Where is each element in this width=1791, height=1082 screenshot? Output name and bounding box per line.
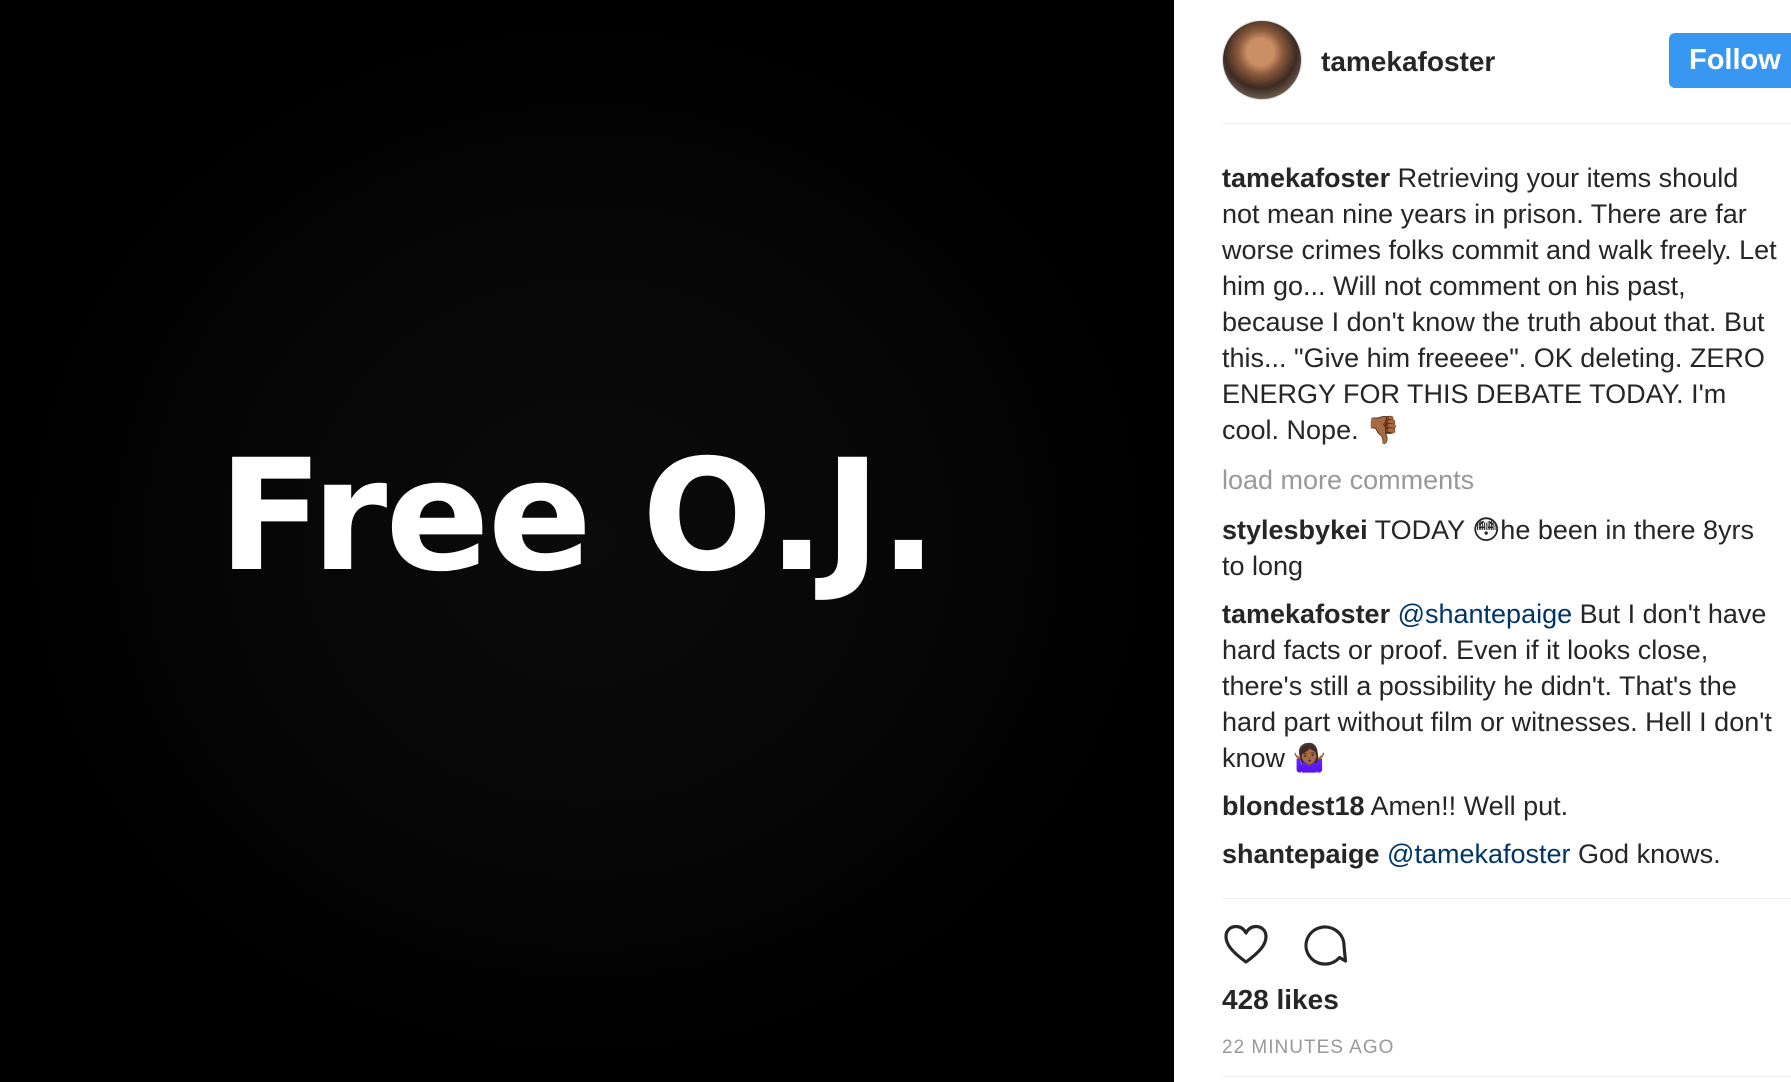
comment-bubble-icon[interactable] — [1302, 921, 1352, 971]
likes-count[interactable]: 428 likes — [1222, 984, 1339, 1016]
follow-button[interactable]: Follow — [1669, 33, 1791, 88]
post-timestamp: 22 MINUTES AGO — [1222, 1037, 1395, 1058]
comment-author[interactable]: shantepaige — [1222, 839, 1380, 869]
post-image: Free O.J. — [0, 0, 1174, 1082]
comment-author[interactable]: blondest18 — [1222, 791, 1365, 821]
caption: tamekafoster Retrieving your items shoul… — [1222, 160, 1782, 448]
comment-item: stylesbykei TODAY 😳he been in there 8yrs… — [1222, 512, 1782, 584]
caption-text: Retrieving your items should not mean ni… — [1222, 163, 1777, 445]
comment-text: God knows. — [1570, 839, 1721, 869]
post-header: tamekafoster Follow — [1222, 20, 1791, 104]
comment-item: shantepaige @tamekafoster God knows. — [1222, 836, 1782, 872]
caption-author[interactable]: tamekafoster — [1222, 163, 1390, 193]
avatar[interactable] — [1222, 20, 1302, 100]
comment-text: Amen!! Well put. — [1364, 791, 1569, 821]
comment-mention[interactable]: @shantepaige — [1390, 599, 1573, 629]
like-heart-icon[interactable] — [1222, 921, 1272, 971]
comment-item: tamekafoster @shantepaige But I don't ha… — [1222, 596, 1782, 776]
comments-list: tamekafoster Retrieving your items shoul… — [1222, 160, 1782, 872]
comment-author[interactable]: tamekafoster — [1222, 599, 1390, 629]
post-image-text: Free O.J. — [218, 427, 938, 606]
comment-mention[interactable]: @tamekafoster — [1380, 839, 1570, 869]
comment-author[interactable]: stylesbykei — [1222, 515, 1368, 545]
header-username[interactable]: tamekafoster — [1321, 46, 1495, 78]
header-divider — [1222, 123, 1791, 124]
post-sidebar: tamekafoster Follow tamekafoster Retriev… — [1174, 0, 1791, 1082]
comment-item: blondest18 Amen!! Well put. — [1222, 788, 1782, 824]
load-more-comments-link[interactable]: load more comments — [1222, 462, 1782, 498]
actions-divider — [1222, 898, 1791, 899]
footer-divider — [1222, 1076, 1791, 1077]
